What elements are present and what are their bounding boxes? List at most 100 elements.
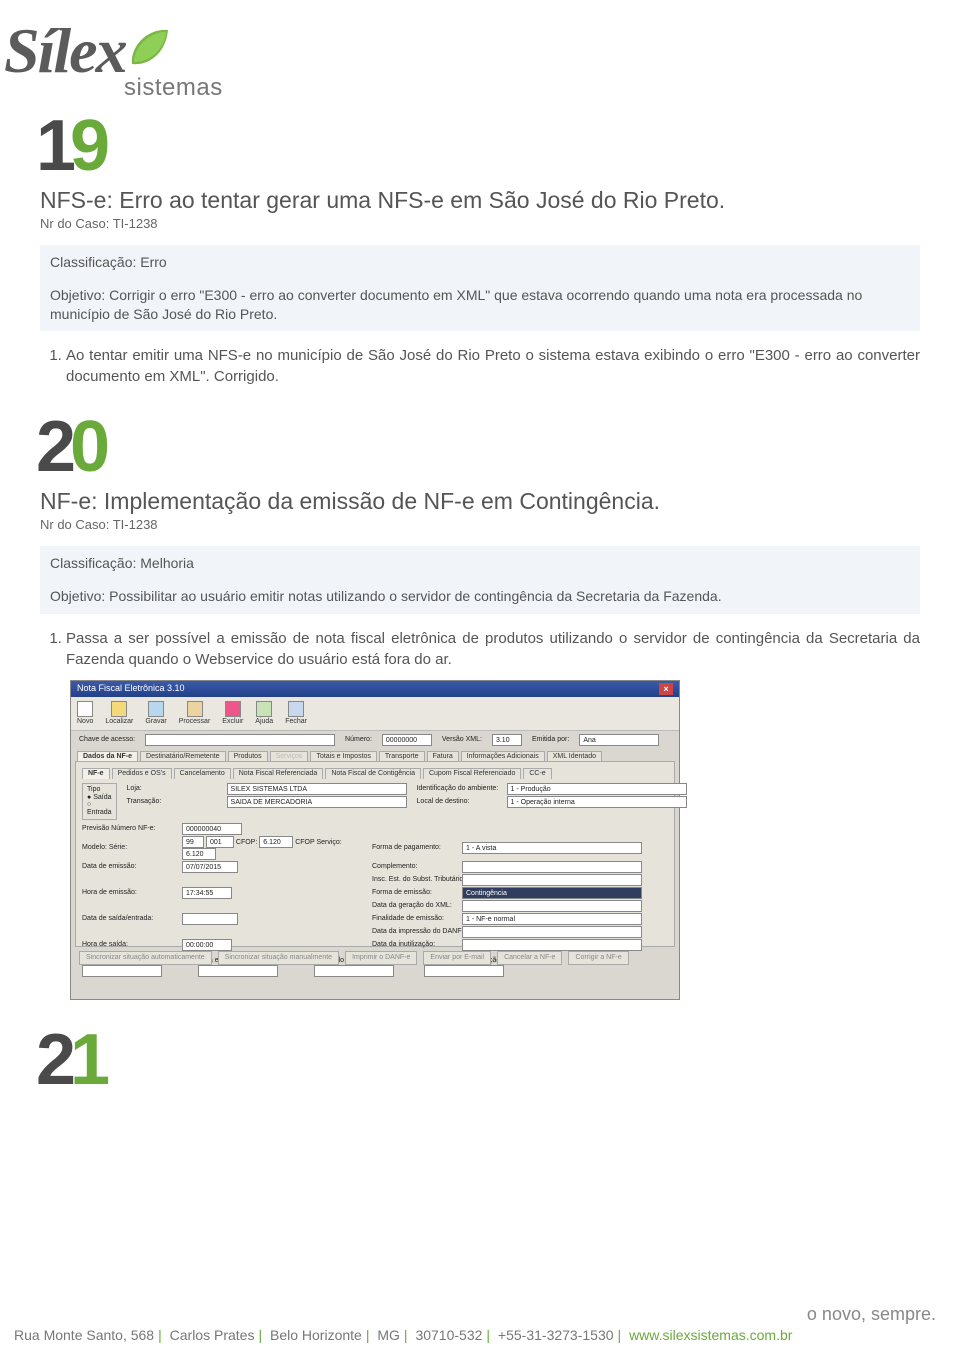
- app-titlebar: Nota Fiscal Eletrônica 3.10 ×: [71, 681, 679, 697]
- hora-saida-input[interactable]: 00:00:00: [182, 939, 232, 951]
- file-icon: [77, 701, 93, 717]
- tabs-secondary: NF-e Pedidos e OS's Cancelamento Nota Fi…: [82, 768, 668, 779]
- serie-input[interactable]: 001: [206, 836, 234, 848]
- section-20-box: Classificação: Melhoria Objetivo: Possib…: [40, 546, 920, 614]
- section-20-item: Passa a ser possível a emissão de nota f…: [66, 628, 920, 670]
- section-19-objective: Objetivo: Corrigir o erro "E300 - erro a…: [50, 286, 910, 324]
- section-20-objective: Objetivo: Possibilitar ao usuário emitir…: [50, 587, 910, 606]
- delete-icon: [225, 701, 241, 717]
- section-19-class: Classificação: Erro: [50, 253, 910, 272]
- data-danfe-input[interactable]: [462, 926, 642, 938]
- tab-cce[interactable]: CC-e: [523, 768, 551, 779]
- tab-destinatario[interactable]: Destinatário/Remetente: [140, 751, 226, 762]
- toolbar-fechar-button[interactable]: Fechar: [285, 701, 307, 726]
- recibo-input[interactable]: [82, 965, 162, 977]
- tab-fatura[interactable]: Fatura: [427, 751, 459, 762]
- loja-select[interactable]: SILEX SISTEMAS LTDA: [227, 783, 407, 795]
- send-email-button[interactable]: Enviar por E-mail: [423, 951, 491, 965]
- tab-cancelamento[interactable]: Cancelamento: [174, 768, 231, 779]
- numero-label: Número:: [345, 736, 372, 744]
- close-icon[interactable]: ×: [659, 683, 673, 695]
- tab-servicos[interactable]: Serviços: [270, 751, 309, 762]
- section-19-title: NFS-e: Erro ao tentar gerar uma NFS-e em…: [40, 187, 920, 214]
- emitida-input[interactable]: Ana: [579, 734, 659, 746]
- prev-numero-input[interactable]: 000000040: [182, 823, 242, 835]
- app-toolbar: Novo Localizar Gravar Processar Excluir …: [71, 697, 679, 731]
- sub-brand: sistemas: [124, 74, 920, 102]
- emitida-label: Emitida por:: [532, 736, 569, 744]
- tab-produtos[interactable]: Produtos: [228, 751, 268, 762]
- tab-totais[interactable]: Totais e Impostos: [310, 751, 376, 762]
- exit-icon: [288, 701, 304, 717]
- tab-cupom-fiscal[interactable]: Cupom Fiscal Referenciado: [423, 768, 521, 779]
- data-inutilizacao-input[interactable]: [462, 939, 642, 951]
- cfopserv-input[interactable]: 6.120: [182, 848, 216, 860]
- pagamento-select[interactable]: 1 - A vista: [462, 842, 642, 854]
- section-20-case: Nr do Caso: TI-1238: [40, 517, 920, 532]
- section-19-case: Nr do Caso: TI-1238: [40, 216, 920, 231]
- sync-manual-button[interactable]: Sincronizar situação manualmente: [218, 951, 339, 965]
- tab-xml-identado[interactable]: XML Identado: [547, 751, 602, 762]
- page-footer: o novo, sempre. Rua Monte Santo, 568| Ca…: [0, 1304, 960, 1357]
- toolbar-gravar-button[interactable]: Gravar: [145, 701, 166, 726]
- toolbar-novo-button[interactable]: Novo: [77, 701, 93, 726]
- leaf-icon: [124, 24, 172, 72]
- section-19-box: Classificação: Erro Objetivo: Corrigir o…: [40, 245, 920, 332]
- slogan: o novo, sempre.: [14, 1304, 946, 1325]
- print-danfe-button[interactable]: Imprimir o DANF-e: [345, 951, 417, 965]
- chave-input[interactable]: [145, 734, 335, 746]
- toolbar-processar-button[interactable]: Processar: [179, 701, 211, 726]
- section-20-class: Classificação: Melhoria: [50, 554, 910, 573]
- section-21: 2 1: [40, 1028, 920, 1093]
- prot-aut-input[interactable]: [314, 965, 394, 977]
- section-19: 1 9 NFS-e: Erro ao tentar gerar uma NFS-…: [40, 114, 920, 387]
- corrigir-nfe-button[interactable]: Corrigir a NF-e: [568, 951, 628, 965]
- modelo-input[interactable]: 99: [182, 836, 204, 848]
- brand-text: Sílex: [4, 14, 126, 88]
- forma-emissao-select[interactable]: Contingência: [462, 887, 642, 899]
- section-number-19: 1 9: [36, 114, 920, 179]
- data-emissao-input[interactable]: 07/07/2015: [182, 861, 238, 873]
- ambiente-select[interactable]: 1 - Produção: [507, 783, 687, 795]
- logo: Sílex sistemas: [4, 14, 920, 102]
- cancel-nfe-button[interactable]: Cancelar a NF-e: [497, 951, 562, 965]
- section-number-21: 2 1: [36, 1028, 920, 1093]
- search-icon: [111, 701, 127, 717]
- tab-nf-referenciada[interactable]: Nota Fiscal Referenciada: [233, 768, 324, 779]
- url-link[interactable]: www.silexsistemas.com.br: [629, 1327, 792, 1343]
- prot-inut-input[interactable]: [424, 965, 504, 977]
- insc-estadual-input[interactable]: [462, 874, 642, 886]
- section-number-20: 2 0: [36, 415, 920, 480]
- tab-transporte[interactable]: Transporte: [379, 751, 425, 762]
- transacao-select[interactable]: SAIDA DE MERCADORIA: [227, 796, 407, 808]
- tab-nfe[interactable]: NF-e: [82, 768, 110, 779]
- tab-nf-contigencia[interactable]: Nota Fiscal de Contigência: [325, 768, 421, 779]
- cfop-input[interactable]: 6.120: [259, 836, 293, 848]
- complemento-input[interactable]: [462, 861, 642, 873]
- gear-icon: [187, 701, 203, 717]
- section-20-title: NF-e: Implementação da emissão de NF-e e…: [40, 488, 920, 515]
- numero-input[interactable]: 00000000: [382, 734, 432, 746]
- toolbar-localizar-button[interactable]: Localizar: [105, 701, 133, 726]
- tipo-saida-radio[interactable]: ● Saída: [87, 794, 112, 802]
- address-line: Rua Monte Santo, 568| Carlos Prates| Bel…: [14, 1327, 946, 1343]
- data-saida-input[interactable]: [182, 913, 238, 925]
- toolbar-excluir-button[interactable]: Excluir: [222, 701, 243, 726]
- tab-info-adicionais[interactable]: Informações Adicionais: [461, 751, 545, 762]
- hora-emissao-input[interactable]: 17:34:55: [182, 887, 232, 899]
- data-aut-input[interactable]: [198, 965, 278, 977]
- tabs-primary: Dados da NF-e Destinatário/Remetente Pro…: [71, 751, 679, 762]
- finalidade-select[interactable]: 1 - NF-e normal: [462, 913, 642, 925]
- destino-select[interactable]: 1 - Operação interna: [507, 796, 687, 808]
- versao-input[interactable]: 3.10: [492, 734, 522, 746]
- tab-pedidos[interactable]: Pedidos e OS's: [112, 768, 172, 779]
- versao-label: Versão XML:: [442, 736, 482, 744]
- embedded-app-screenshot: Nota Fiscal Eletrônica 3.10 × Novo Local…: [70, 680, 680, 1000]
- toolbar-ajuda-button[interactable]: Ajuda: [255, 701, 273, 726]
- tipo-entrada-radio[interactable]: ○ Entrada: [87, 801, 112, 816]
- data-xml-input[interactable]: [462, 900, 642, 912]
- sync-auto-button[interactable]: Sincronizar situação automaticamente: [79, 951, 212, 965]
- app-window-title: Nota Fiscal Eletrônica 3.10: [77, 684, 185, 694]
- tab-dados-nfe[interactable]: Dados da NF-e: [77, 751, 138, 762]
- section-20: 2 0 NF-e: Implementação da emissão de NF…: [40, 415, 920, 1000]
